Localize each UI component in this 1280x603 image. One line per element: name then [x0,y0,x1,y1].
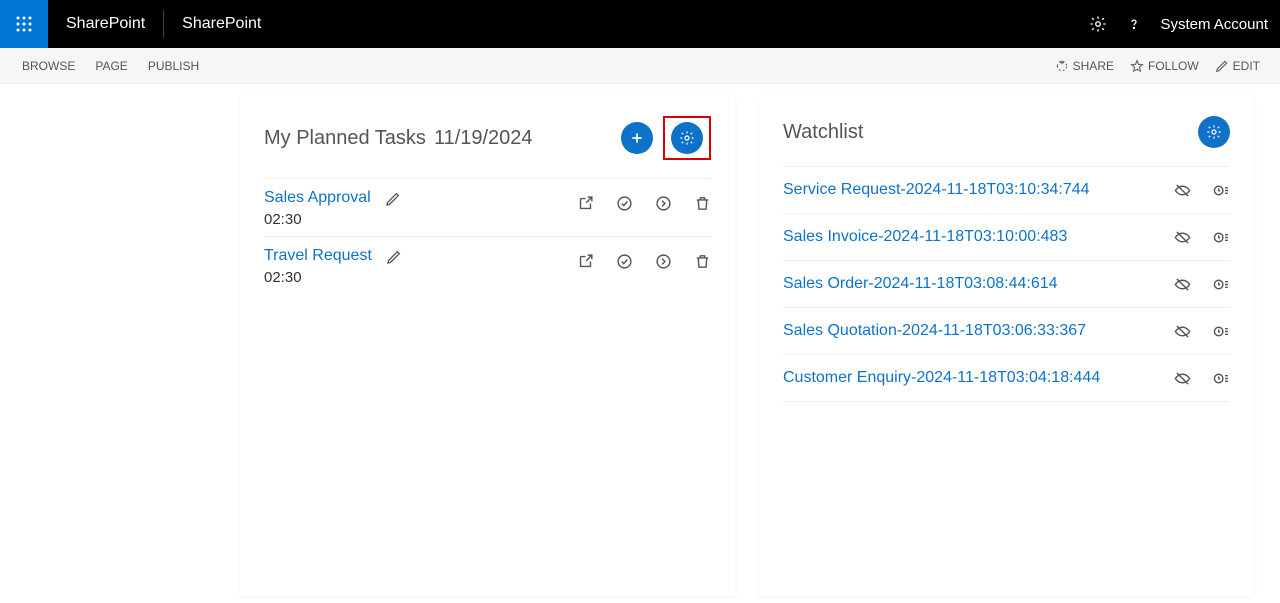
edit-button[interactable]: EDIT [1207,55,1268,77]
watchlist-link[interactable]: Sales Order-2024-11-18T03:08:44:614 [783,275,1174,293]
watchlist-row: Customer Enquiry-2024-11-18T03:04:18:444 [783,355,1230,402]
task-edit-button[interactable] [386,249,402,265]
task-forward-button[interactable] [655,253,672,270]
watchlist-card-title: Watchlist [783,121,863,144]
help-icon [1126,16,1142,32]
task-delete-button[interactable] [694,195,711,212]
trash-icon [694,253,711,270]
add-task-button[interactable] [621,122,653,154]
eye-off-icon [1174,229,1191,246]
watchlist-card: Watchlist Service Request-2024-11-18T03:… [759,96,1254,596]
task-complete-button[interactable] [616,253,633,270]
tasks-card-title: My Planned Tasks [264,127,426,150]
watchlist-list: Service Request-2024-11-18T03:10:34:744 [783,166,1230,402]
clock-list-icon [1213,276,1230,293]
star-icon [1130,59,1144,73]
task-edit-button[interactable] [385,191,401,207]
task-time: 02:30 [264,269,577,286]
watchlist-settings-button[interactable] [1198,116,1230,148]
unwatch-button[interactable] [1174,182,1191,199]
arrow-circle-icon [655,253,672,270]
watchlist-row: Sales Invoice-2024-11-18T03:10:00:483 [783,214,1230,261]
watchlist-card-header: Watchlist [783,116,1230,148]
unwatch-button[interactable] [1174,276,1191,293]
history-button[interactable] [1213,229,1230,246]
history-button[interactable] [1213,323,1230,340]
settings-button[interactable] [1080,0,1116,48]
task-forward-button[interactable] [655,195,672,212]
tasks-settings-button[interactable] [671,122,703,154]
follow-label: FOLLOW [1148,59,1199,73]
watchlist-link[interactable]: Sales Invoice-2024-11-18T03:10:00:483 [783,228,1174,246]
tasks-card: My Planned Tasks 11/19/2024 [240,96,735,596]
task-title-link[interactable]: Sales Approval [264,189,371,207]
share-label: SHARE [1073,59,1114,73]
tasks-card-date: 11/19/2024 [434,127,533,150]
ribbon-tab-page[interactable]: PAGE [85,55,137,77]
watchlist-row: Service Request-2024-11-18T03:10:34:744 [783,166,1230,214]
task-title-link[interactable]: Travel Request [264,247,372,265]
eye-off-icon [1174,323,1191,340]
share-icon [1055,59,1069,73]
watchlist-row: Sales Order-2024-11-18T03:08:44:614 [783,261,1230,308]
site-brand[interactable]: SharePoint [164,0,279,48]
arrow-circle-icon [655,195,672,212]
unwatch-button[interactable] [1174,370,1191,387]
eye-off-icon [1174,370,1191,387]
ribbon-bar: BROWSE PAGE PUBLISH SHARE FOLLOW EDIT [0,48,1280,84]
open-external-icon [577,253,594,270]
history-button[interactable] [1213,370,1230,387]
eye-off-icon [1174,182,1191,199]
task-row: Sales Approval 02:30 [264,178,711,236]
clock-list-icon [1213,323,1230,340]
task-open-button[interactable] [577,195,594,212]
share-button[interactable]: SHARE [1047,55,1122,77]
global-header: SharePoint SharePoint System Account [0,0,1280,48]
unwatch-button[interactable] [1174,229,1191,246]
task-time: 02:30 [264,211,577,228]
clock-list-icon [1213,229,1230,246]
watchlist-row: Sales Quotation-2024-11-18T03:06:33:367 [783,308,1230,355]
pencil-icon [1215,59,1229,73]
history-button[interactable] [1213,182,1230,199]
clock-list-icon [1213,370,1230,387]
follow-button[interactable]: FOLLOW [1122,55,1207,77]
watchlist-link[interactable]: Customer Enquiry-2024-11-18T03:04:18:444 [783,369,1174,387]
plus-icon [629,130,645,146]
history-button[interactable] [1213,276,1230,293]
gear-icon [1206,124,1222,140]
help-button[interactable] [1116,0,1152,48]
check-circle-icon [616,253,633,270]
suite-brand[interactable]: SharePoint [48,0,163,48]
task-complete-button[interactable] [616,195,633,212]
unwatch-button[interactable] [1174,323,1191,340]
eye-off-icon [1174,276,1191,293]
tasks-card-header: My Planned Tasks 11/19/2024 [264,116,711,160]
task-open-button[interactable] [577,253,594,270]
content-area: My Planned Tasks 11/19/2024 [0,84,1280,596]
edit-label: EDIT [1233,59,1260,73]
pencil-icon [386,249,402,265]
trash-icon [694,195,711,212]
settings-highlight [663,116,711,160]
task-list: Sales Approval 02:30 [264,178,711,294]
watchlist-link[interactable]: Sales Quotation-2024-11-18T03:06:33:367 [783,322,1174,340]
app-launcher-button[interactable] [0,0,48,48]
waffle-icon [15,15,33,33]
gear-icon [679,130,695,146]
pencil-icon [385,191,401,207]
task-delete-button[interactable] [694,253,711,270]
gear-icon [1089,15,1107,33]
ribbon-tab-browse[interactable]: BROWSE [12,55,85,77]
watchlist-link[interactable]: Service Request-2024-11-18T03:10:34:744 [783,181,1174,199]
task-row: Travel Request 02:30 [264,236,711,294]
check-circle-icon [616,195,633,212]
account-name[interactable]: System Account [1152,16,1280,33]
clock-list-icon [1213,182,1230,199]
ribbon-tab-publish[interactable]: PUBLISH [138,55,209,77]
open-external-icon [577,195,594,212]
